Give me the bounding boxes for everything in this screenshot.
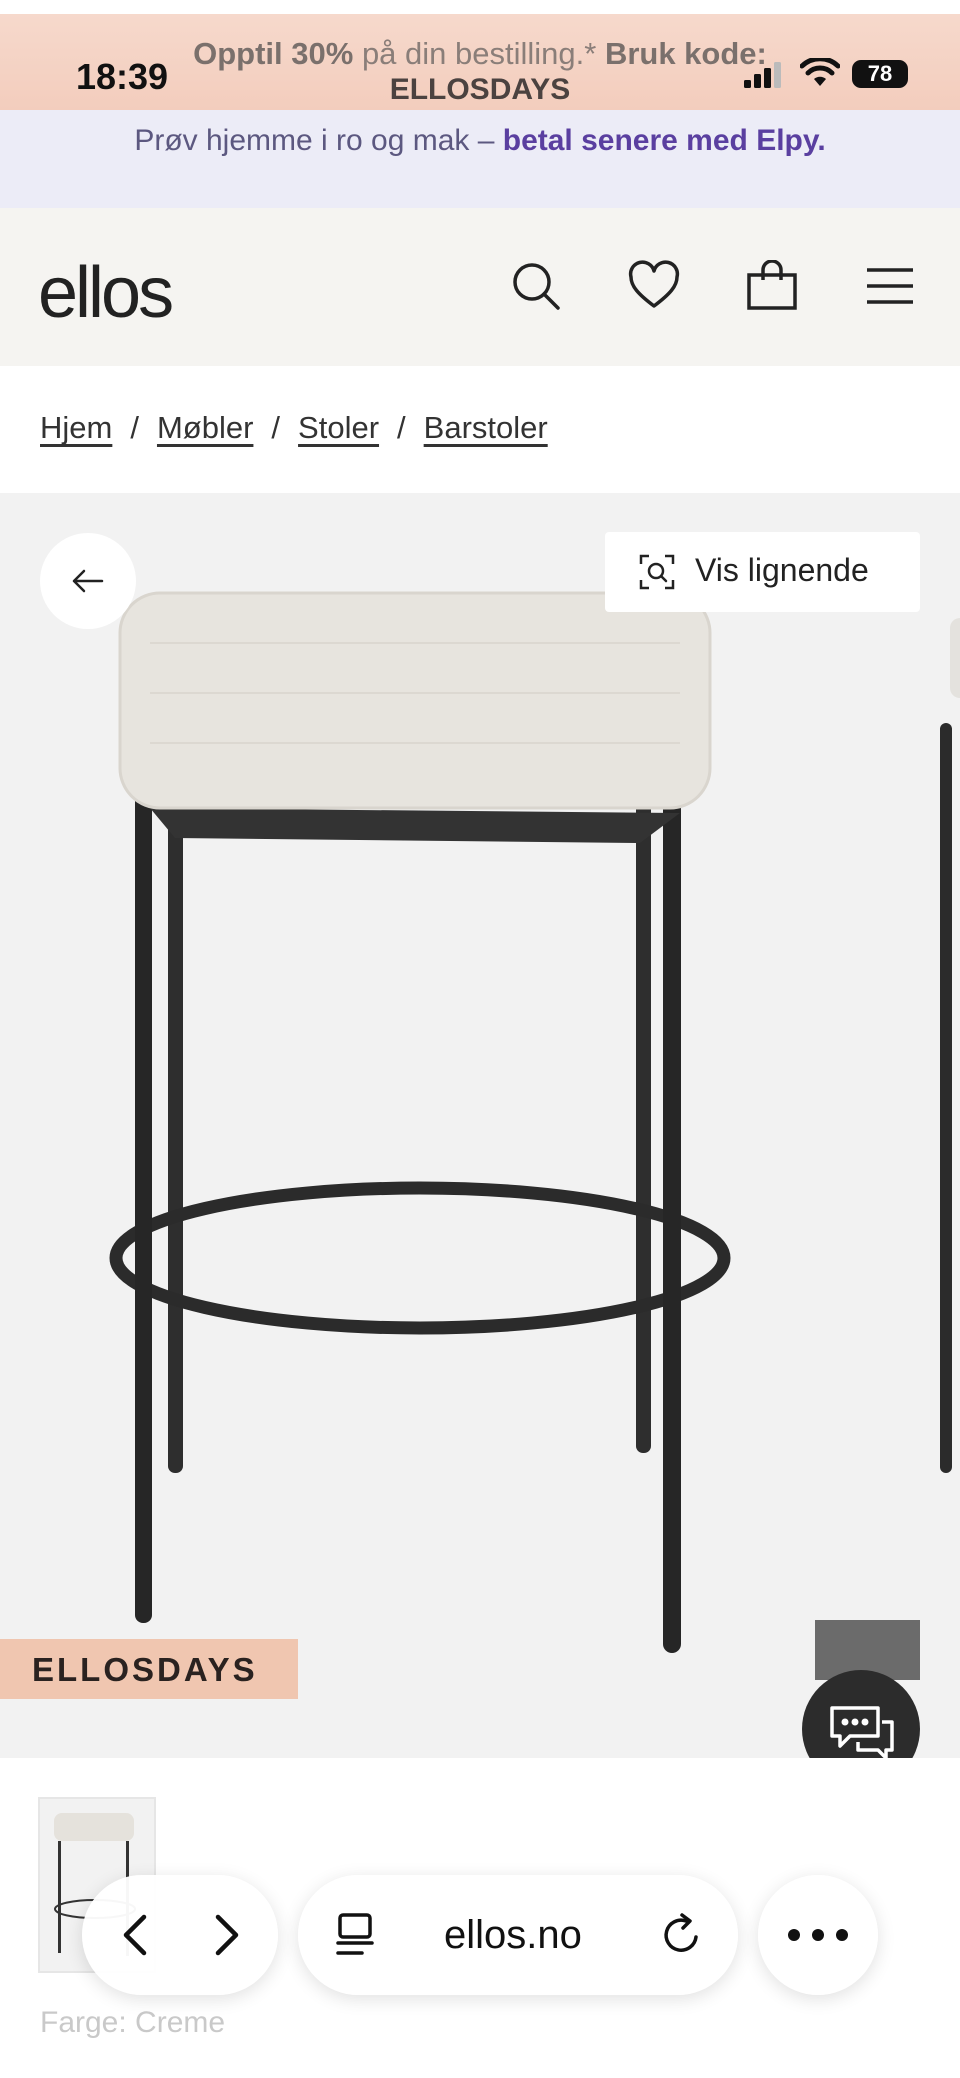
status-bar: 18:39 78	[0, 14, 960, 110]
breadcrumb-barstoler[interactable]: Barstoler	[424, 410, 548, 445]
battery-icon: 78	[852, 60, 908, 88]
browser-forward-icon[interactable]	[196, 1905, 256, 1965]
browser-back-icon[interactable]	[106, 1905, 166, 1965]
battery-level: 78	[867, 61, 893, 86]
breadcrumb: Hjem / Møbler / Stoler / Barstoler	[40, 410, 548, 446]
breadcrumb-mobler[interactable]: Møbler	[157, 410, 253, 445]
visual-search-icon	[639, 554, 675, 590]
breadcrumb-home[interactable]: Hjem	[40, 410, 112, 445]
browser-nav-controls	[82, 1875, 278, 1995]
reload-icon[interactable]	[658, 1911, 706, 1959]
browser-more-button[interactable]	[758, 1875, 878, 1995]
url-text[interactable]: ellos.no	[444, 1913, 582, 1958]
wifi-icon	[800, 58, 840, 86]
elpy-banner[interactable]: Prøv hjemme i ro og mak – betal senere m…	[0, 110, 960, 208]
show-similar-label: Vis lignende	[695, 552, 869, 588]
bag-icon[interactable]	[746, 260, 798, 312]
menu-icon[interactable]	[864, 260, 916, 312]
status-time: 18:39	[76, 56, 169, 97]
more-dots-icon	[788, 1929, 848, 1941]
chat-button[interactable]	[802, 1670, 920, 1758]
product-image-barstool	[109, 591, 960, 1653]
site-header: ellos	[0, 208, 960, 366]
campaign-badge-label: ELLOSDAYS	[32, 1651, 258, 1688]
breadcrumb-separator: /	[271, 410, 281, 445]
product-image-gallery[interactable]: Vis lignende ELLOSDAYS	[0, 493, 960, 1758]
arrow-left-icon	[72, 569, 104, 593]
breadcrumb-stoler[interactable]: Stoler	[298, 410, 379, 445]
chat-icon	[830, 1706, 894, 1758]
ellos-logo[interactable]: ellos	[38, 252, 174, 334]
color-label: Farge: Creme	[40, 2006, 226, 2039]
signal-icon	[744, 62, 781, 88]
address-bar[interactable]: ellos.no	[298, 1875, 738, 1995]
campaign-badge: ELLOSDAYS	[0, 1639, 298, 1699]
elpy-link[interactable]: betal senere med Elpy.	[503, 124, 826, 157]
breadcrumb-separator: /	[130, 410, 139, 445]
heart-icon[interactable]	[628, 260, 680, 312]
breadcrumb-separator: /	[397, 410, 406, 445]
search-icon[interactable]	[510, 260, 562, 312]
elpy-text: Prøv hjemme i ro og mak –	[134, 124, 503, 157]
reader-icon[interactable]	[332, 1911, 380, 1959]
show-similar-button[interactable]: Vis lignende	[605, 532, 920, 612]
back-button[interactable]	[40, 533, 136, 629]
